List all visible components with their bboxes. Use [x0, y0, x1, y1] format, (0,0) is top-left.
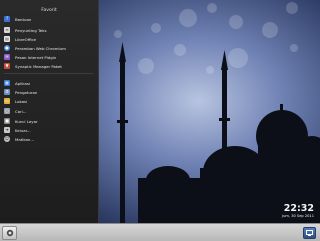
- menu-item-label: Pesan Internet Pidgin: [15, 54, 57, 60]
- libreoffice-icon: ▤: [4, 36, 10, 42]
- menu-item-label: Penyunting Teks: [15, 27, 47, 33]
- menu-item-label: Keluar...: [15, 127, 31, 133]
- menu-item-penyunting-teks[interactable]: ≡ Penyunting Teks: [2, 26, 96, 34]
- applications-icon: ▦: [4, 80, 10, 86]
- menu-item-bantuan[interactable]: ? Bantuan: [2, 15, 96, 23]
- clock-date: Jum, 30 Sep 2011: [282, 214, 314, 218]
- menu-item-matikan[interactable]: ⏻ Matikan...: [2, 135, 96, 143]
- power-icon: ⏻: [4, 136, 10, 142]
- menu-item-label: Matikan...: [15, 136, 35, 142]
- menu-item-label: Cari...: [15, 108, 27, 114]
- folder-icon: ▭: [4, 98, 10, 104]
- menu-item-libreoffice[interactable]: ▤ LibreOffice: [2, 35, 96, 43]
- menu-item-aplikasi[interactable]: ▦ Aplikasi: [2, 79, 96, 87]
- chromium-icon: ●: [4, 45, 10, 51]
- menu-separator: [4, 73, 94, 74]
- menu-item-label: Aplikasi: [15, 80, 30, 86]
- menu-item-lokasi[interactable]: ▭ Lokasi: [2, 97, 96, 105]
- help-icon: ?: [4, 16, 10, 22]
- menu-item-kunci-layar[interactable]: ■ Kunci Layar: [2, 117, 96, 125]
- menu-item-label: LibreOffice: [15, 36, 36, 42]
- synaptic-icon: ▼: [4, 63, 10, 69]
- menu-item-label: Peramban Web Chromium: [15, 45, 66, 51]
- menu-item-pidgin[interactable]: ✉ Pesan Internet Pidgin: [2, 53, 96, 61]
- menu-item-label: Kunci Layar: [15, 118, 38, 124]
- search-icon: ○: [4, 108, 10, 114]
- menu-item-chromium[interactable]: ● Peramban Web Chromium: [2, 44, 96, 52]
- menu-item-label: Bantuan: [15, 16, 32, 22]
- menu-title: Favorit: [41, 8, 57, 13]
- start-menu: Favorit ? Bantuan ≡ Penyunting Teks ▤ Li…: [0, 0, 99, 223]
- menu-item-keluar[interactable]: ➜ Keluar...: [2, 126, 96, 134]
- clock-time: 22:32: [283, 203, 314, 214]
- lock-icon: ■: [4, 118, 10, 124]
- taskbar: [0, 223, 320, 241]
- show-desktop-icon: [306, 230, 313, 236]
- menu-item-label: Pengaturan: [15, 89, 38, 95]
- text-editor-icon: ≡: [4, 27, 10, 33]
- start-menu-icon: [6, 229, 13, 237]
- menu-item-label: Synaptic Manager Paket: [15, 63, 62, 69]
- start-menu-button[interactable]: [2, 226, 17, 240]
- menu-item-cari[interactable]: ○ Cari...: [2, 107, 96, 115]
- logout-icon: ➜: [4, 127, 10, 133]
- menu-item-synaptic[interactable]: ▼ Synaptic Manager Paket: [2, 62, 96, 70]
- settings-icon: ⚙: [4, 89, 10, 95]
- show-desktop-button[interactable]: [303, 227, 316, 239]
- menu-item-pengaturan[interactable]: ⚙ Pengaturan: [2, 88, 96, 96]
- pidgin-icon: ✉: [4, 54, 10, 60]
- desktop-clock: 22:32 Jum, 30 Sep 2011: [250, 204, 314, 219]
- menu-item-label: Lokasi: [15, 98, 28, 104]
